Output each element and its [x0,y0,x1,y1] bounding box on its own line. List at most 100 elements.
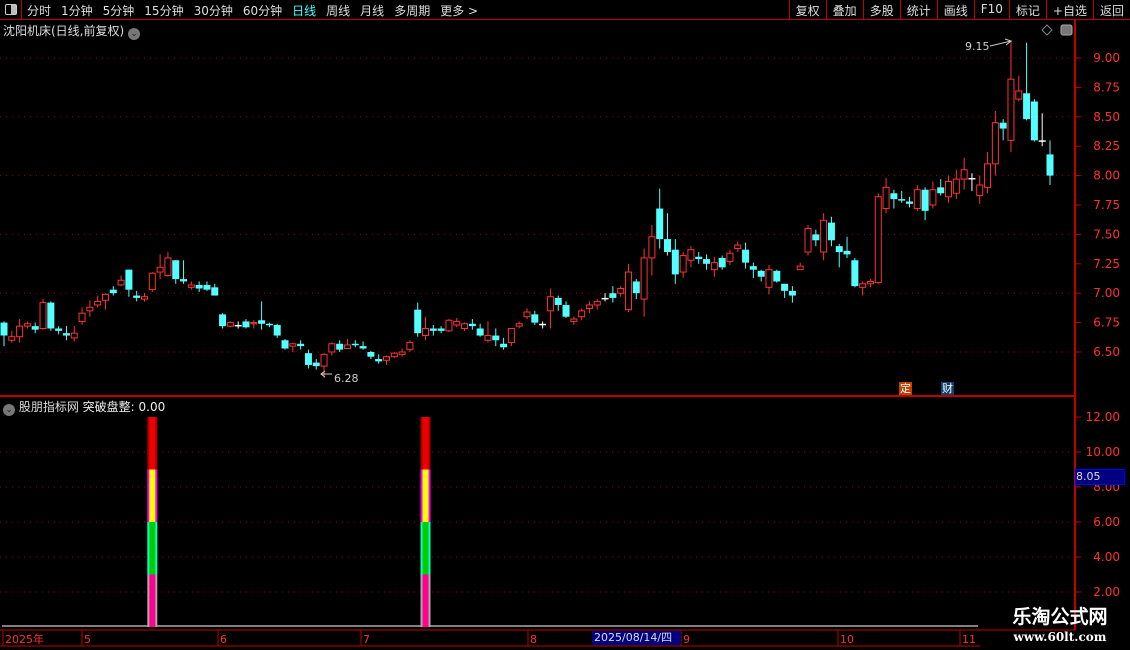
candle-down [336,343,344,350]
candle-down [757,270,765,277]
candle-down [890,193,898,200]
candle-down [109,289,117,294]
candle-up [70,332,78,339]
candle-down [180,279,188,282]
date-label: 5 [84,633,91,646]
candle-up [734,244,742,250]
low-arrow-icon [320,370,332,378]
candle-up [796,265,804,271]
date-label: 2025年 [5,632,44,646]
candle-down [671,249,679,275]
candle-down [0,322,8,336]
candle-up [804,228,812,253]
candle-down [281,340,289,349]
candle-up [617,287,625,294]
candle-up [250,322,258,325]
price-tick-label: 8.00 [1093,169,1120,183]
candle-up [86,306,94,312]
chevron-down-icon[interactable]: ⌄ [3,404,15,416]
candle-down [921,189,929,211]
candle-up [952,178,960,194]
signal-bar-segment [422,574,429,627]
indicator-source: 股朋指标网 [18,400,79,414]
candle-up [141,296,149,300]
cursor-value-tag: 8.05 [1075,469,1125,485]
signal-bar-segment [422,417,429,470]
candle-down [742,249,750,263]
candle-up [23,323,31,327]
low-label: 6.28 [334,372,359,385]
candle-down [351,343,359,346]
event-tag-cai[interactable]: 财 [941,382,954,395]
candle-up [960,169,968,180]
signal-bar-segment [149,574,156,627]
candle-down [664,239,672,253]
candle-up [546,296,554,312]
candle-up [382,356,390,361]
candle-up [515,323,523,327]
candle-up [648,236,656,259]
candle-down [656,208,664,240]
candle-up [94,300,102,306]
candle-up [593,300,601,306]
candle-up [1007,78,1015,141]
candle-down [609,293,617,298]
candle-down [312,362,320,367]
candle-up [640,257,648,300]
date-label: 8 [530,633,537,646]
candle-down [781,283,789,291]
date-label: 9 [683,633,690,646]
candle-up [148,272,156,291]
candle-up [187,284,195,288]
candle-down [749,266,757,270]
candle-down [554,297,562,305]
candle-up [8,336,16,341]
candle-down [898,199,906,201]
indicator-title: ⌄ 股朋指标网 突破盘整: 0.00 [3,398,165,416]
candle-up [765,269,773,288]
indicator-tick-label: 12.00 [1086,410,1120,424]
candle-up [866,280,874,285]
candle-up [523,311,531,318]
candle-up [945,180,953,198]
price-tick-label: 6.75 [1093,316,1120,330]
diamond-icon [1041,24,1053,36]
signal-bar-segment [422,522,429,575]
candle-up [406,342,414,351]
watermark-url: www.60lt.com [1013,630,1107,644]
candle-down [414,309,422,334]
event-tag-ding[interactable]: 定 [899,382,912,395]
candle-up [1015,90,1023,100]
candle-down [632,281,640,294]
candle-down [695,256,703,260]
candle-up [687,249,695,261]
price-tick-label: 7.00 [1093,286,1120,300]
candle-down [476,328,484,336]
candle-up [16,325,24,338]
candle-down [999,122,1007,129]
candle-down [219,314,227,327]
price-tick-label: 8.25 [1093,139,1120,153]
candle-down [211,287,219,296]
price-tick-label: 6.50 [1093,345,1120,359]
candle-up [624,271,632,311]
price-tick-label: 8.75 [1093,80,1120,94]
signal-bar-segment [149,417,156,470]
date-label: 6 [220,633,227,646]
candle-down [1030,101,1038,141]
candle-up [859,283,867,288]
candle-up [226,322,234,327]
candle-down [265,323,273,326]
candle-down [367,352,375,357]
candle-up [390,352,398,358]
signal-bar-segment [422,469,429,522]
chart-canvas[interactable]: 6.50 6.75 7.00 7.25 7.50 7.75 8.00 8.25 8.50 8.75… [0,0,1130,650]
candle-down [718,257,726,268]
date-label: 10 [840,633,854,646]
panel-icon [1060,24,1073,36]
indicator-value: 0.00 [138,400,166,414]
candle-up [328,343,336,353]
candle-up [398,351,406,355]
candle-down [937,187,945,194]
candle-up [507,327,515,344]
